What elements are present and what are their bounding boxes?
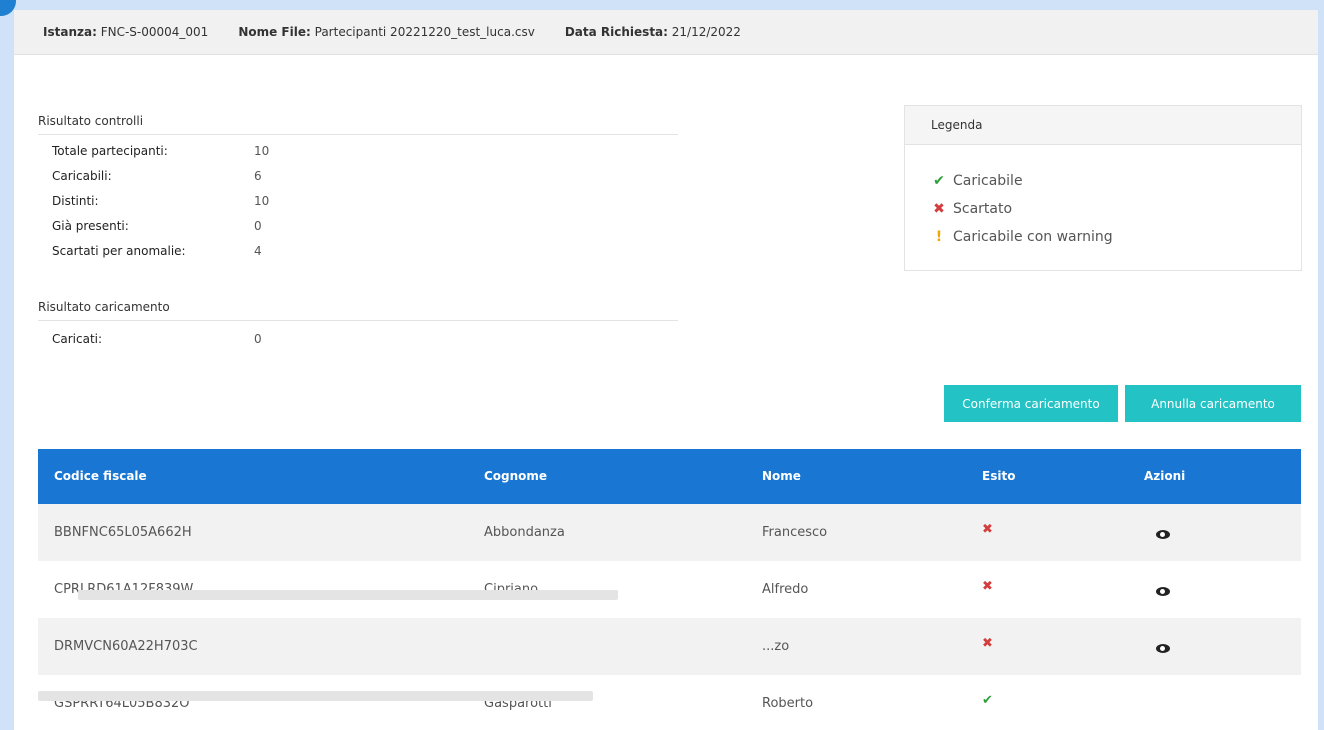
table-row: BBNFNC65L05A662H Abbondanza Francesco ✖ <box>38 504 1301 561</box>
stat-label: Distinti: <box>52 194 99 208</box>
stat-value: 4 <box>254 244 262 258</box>
stat-value: 0 <box>254 332 262 346</box>
cross-icon: ✖ <box>982 636 993 651</box>
date-info: Data Richiesta: 21/12/2022 <box>565 25 741 39</box>
upload-result-title: Risultato caricamento <box>38 300 678 321</box>
file-label: Nome File: <box>238 25 311 39</box>
col-cognome[interactable]: Cognome <box>484 469 547 483</box>
stat-label: Già presenti: <box>52 219 129 233</box>
check-icon: ✔ <box>982 693 993 708</box>
col-esito[interactable]: Esito <box>982 469 1015 483</box>
eye-icon[interactable] <box>1156 585 1170 600</box>
stat-row: Già presenti: 0 <box>52 219 262 233</box>
table-header: Codice fiscale Cognome Nome Esito Azioni <box>38 449 1301 504</box>
confirm-upload-button[interactable]: Conferma caricamento <box>944 385 1118 422</box>
legend-title: Legenda <box>905 106 1301 145</box>
check-icon: ✔ <box>933 173 945 189</box>
date-value: 21/12/2022 <box>671 25 741 39</box>
cell-nome: ...zo <box>762 639 790 654</box>
istanza-value: FNC-S-00004_001 <box>100 25 209 39</box>
stat-value: 10 <box>254 144 270 158</box>
legend-label: Caricabile <box>953 173 1023 189</box>
cell-nome: Roberto <box>762 696 814 711</box>
stat-value: 6 <box>254 169 262 183</box>
eye-icon[interactable] <box>1156 642 1170 657</box>
istanza-info: Istanza: FNC-S-00004_001 <box>43 25 208 39</box>
stat-row: Totale partecipanti: 10 <box>52 144 269 158</box>
cell-cognome: Abbondanza <box>484 525 565 540</box>
col-codice-fiscale[interactable]: Codice fiscale <box>54 469 147 483</box>
legend-item: ✖ Scartato <box>931 195 1301 223</box>
file-value: Partecipanti 20221220_test_luca.csv <box>314 25 535 39</box>
request-info-bar: Istanza: FNC-S-00004_001 Nome File: Part… <box>14 10 1318 55</box>
redaction-bar <box>78 590 618 600</box>
cell-nome: Alfredo <box>762 582 809 597</box>
cell-cf: BBNFNC65L05A662H <box>54 525 192 540</box>
legend-label: Caricabile con warning <box>953 229 1113 245</box>
legend-label: Scartato <box>953 201 1013 217</box>
col-nome[interactable]: Nome <box>762 469 801 483</box>
cell-cf: DRMVCN60A22H703C <box>54 639 198 654</box>
redaction-bar <box>38 691 593 701</box>
stat-row: Caricati: 0 <box>52 332 262 346</box>
stat-row: Distinti: 10 <box>52 194 269 208</box>
file-info: Nome File: Partecipanti 20221220_test_lu… <box>238 25 535 39</box>
legend-panel: Legenda ✔ Caricabile ✖ Scartato ! Carica… <box>904 105 1302 271</box>
stat-label: Caricati: <box>52 332 103 346</box>
stat-label: Totale partecipanti: <box>52 144 168 158</box>
legend-item: ! Caricabile con warning <box>931 223 1301 251</box>
table-row: GSPRRT64L05B832O Gasparotti Roberto ✔ <box>38 675 1301 730</box>
cross-icon: ✖ <box>982 579 993 594</box>
stat-label: Caricabili: <box>52 169 112 183</box>
legend-item: ✔ Caricabile <box>931 167 1301 195</box>
stat-label: Scartati per anomalie: <box>52 244 186 258</box>
istanza-label: Istanza: <box>43 25 97 39</box>
stat-value: 10 <box>254 194 270 208</box>
cancel-upload-button[interactable]: Annulla caricamento <box>1125 385 1301 422</box>
cross-icon: ✖ <box>982 522 993 537</box>
date-label: Data Richiesta: <box>564 25 668 39</box>
warning-icon: ! <box>935 229 943 245</box>
eye-icon[interactable] <box>1156 528 1170 543</box>
col-azioni[interactable]: Azioni <box>1144 469 1185 483</box>
cell-nome: Francesco <box>762 525 828 540</box>
table-row: CPRLRD61A12F839W Cipriano Alfredo ✖ <box>38 561 1301 618</box>
stat-row: Scartati per anomalie: 4 <box>52 244 262 258</box>
stat-row: Caricabili: 6 <box>52 169 262 183</box>
cross-icon: ✖ <box>933 201 945 217</box>
page-frame: Istanza: FNC-S-00004_001 Nome File: Part… <box>14 10 1318 730</box>
table-row: DRMVCN60A22H703C ...zo ✖ <box>38 618 1301 675</box>
stat-value: 0 <box>254 219 262 233</box>
controls-result-title: Risultato controlli <box>38 114 678 135</box>
